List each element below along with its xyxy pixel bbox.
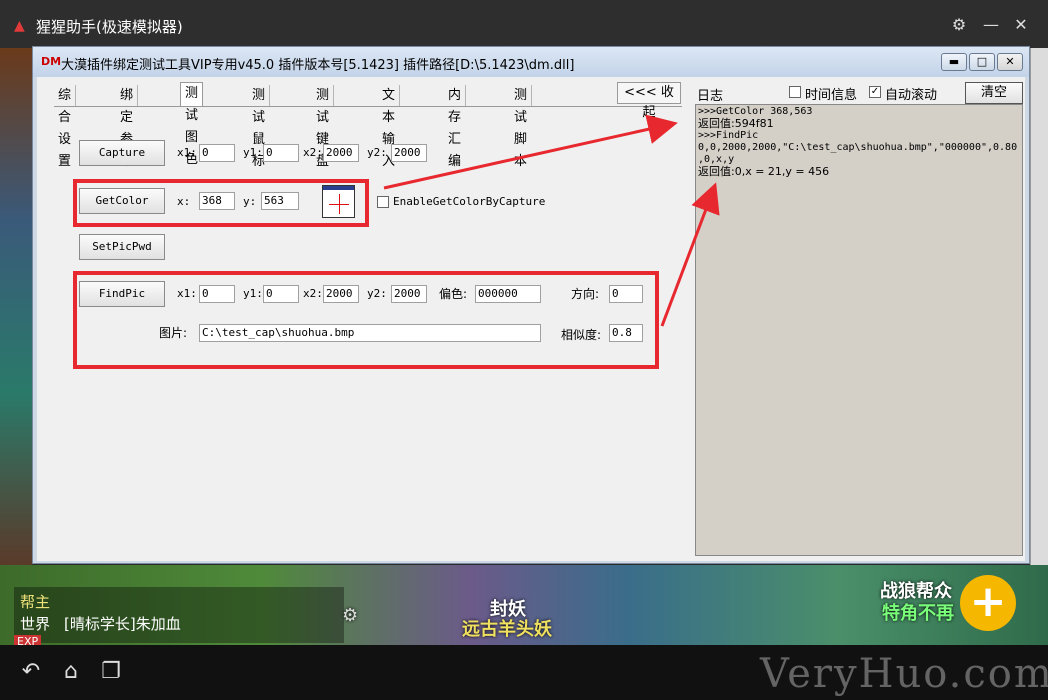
arrow-to-getcolor-log	[383, 114, 678, 190]
emulator-window: ▲ 猩猩助手(极速模拟器) ⚙ — ✕ 帮主 世界 [晴标学长]朱加血 EXP …	[0, 0, 1048, 700]
arrow-to-findpic-log	[660, 182, 720, 327]
annotation-arrows	[383, 114, 720, 327]
